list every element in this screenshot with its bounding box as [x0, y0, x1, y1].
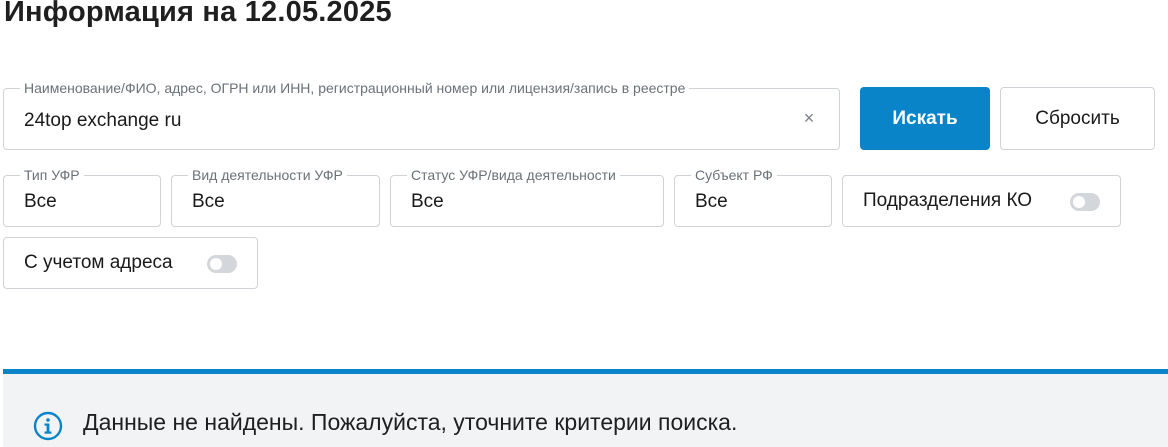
- search-button[interactable]: Искать: [860, 87, 990, 150]
- activity-type-value: Все: [192, 191, 225, 212]
- ko-divisions-toggle-box[interactable]: Подразделения КО: [842, 175, 1121, 227]
- notice-text: Данные не найдены. Пожалуйста, уточните …: [83, 409, 738, 435]
- ufr-type-select[interactable]: Тип УФР Все: [3, 167, 161, 227]
- page: Информация на 12.05.2025 Наименование/ФИ…: [0, 0, 1168, 447]
- switch-knob: [1073, 196, 1085, 208]
- no-results-notice: Данные не найдены. Пожалуйста, уточните …: [3, 369, 1168, 447]
- with-address-toggle-box[interactable]: С учетом адреса: [3, 237, 258, 289]
- clear-icon[interactable]: ×: [801, 109, 817, 127]
- ufr-type-label: Тип УФР: [20, 167, 84, 183]
- page-title: Информация на 12.05.2025: [4, 0, 392, 28]
- search-input-value[interactable]: 24top exchange ru: [24, 110, 181, 132]
- activity-type-label: Вид деятельности УФР: [188, 167, 347, 183]
- activity-type-select[interactable]: Вид деятельности УФР Все: [171, 167, 380, 227]
- info-icon: [33, 411, 63, 441]
- status-select[interactable]: Статус УФР/вида деятельности Все: [390, 167, 664, 227]
- search-input-label: Наименование/ФИО, адрес, ОГРН или ИНН, р…: [20, 80, 690, 96]
- region-label: Субъект РФ: [691, 167, 777, 183]
- status-label: Статус УФР/вида деятельности: [407, 167, 620, 183]
- ufr-type-value: Все: [24, 191, 57, 212]
- with-address-switch[interactable]: [207, 255, 237, 273]
- reset-button[interactable]: Сбросить: [1000, 87, 1155, 150]
- status-value: Все: [411, 191, 444, 212]
- region-value: Все: [695, 191, 728, 212]
- search-input[interactable]: Наименование/ФИО, адрес, ОГРН или ИНН, р…: [3, 80, 840, 150]
- switch-knob: [210, 258, 222, 270]
- with-address-label: С учетом адреса: [24, 252, 173, 273]
- ko-divisions-switch[interactable]: [1070, 193, 1100, 211]
- region-select[interactable]: Субъект РФ Все: [674, 167, 832, 227]
- ko-divisions-label: Подразделения КО: [863, 190, 1033, 211]
